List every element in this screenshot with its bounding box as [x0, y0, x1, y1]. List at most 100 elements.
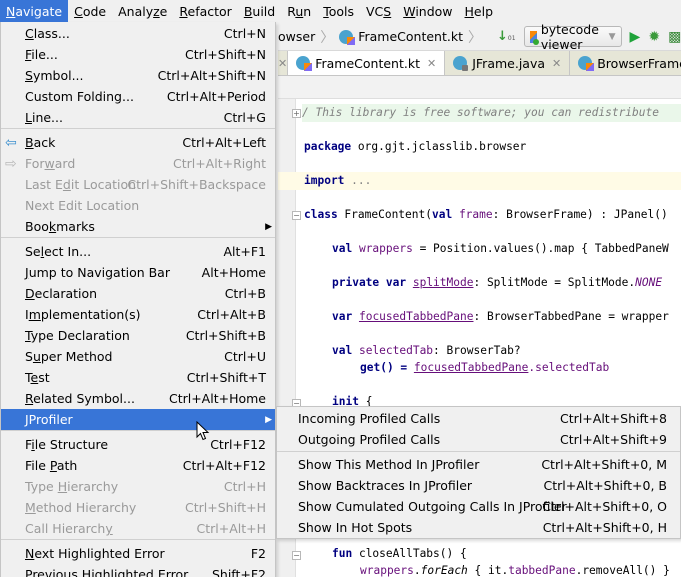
run-icon[interactable]: ▶	[630, 29, 641, 45]
menu-tools[interactable]: Tools	[317, 0, 360, 23]
code-line: val wrappers = Position.values().map { T…	[332, 242, 669, 255]
menu-item-symbol[interactable]: Symbol... Ctrl+Alt+Shift+N	[1, 65, 275, 86]
menu-separator	[277, 451, 680, 452]
menu-item-label: Implementation(s)	[25, 307, 141, 322]
fold-expand-icon[interactable]: +	[292, 109, 301, 118]
submenu-item-label: Incoming Profiled Calls	[298, 411, 441, 426]
menu-vcs[interactable]: VCS	[360, 0, 397, 23]
submenu-item-shortcut: Ctrl+Alt+Shift+9	[560, 432, 667, 447]
tab-framecontent[interactable]: FrameContent.kt ✕	[288, 51, 446, 75]
menu-item-type-hierarchy[interactable]: Type Hierarchy Ctrl+H	[1, 476, 275, 497]
menu-item-label: Next Highlighted Error	[25, 546, 165, 561]
menu-item-call-hierarchy[interactable]: Call Hierarchy Ctrl+Alt+H	[1, 518, 275, 539]
menu-analyze[interactable]: Analyze	[112, 0, 173, 23]
menu-help[interactable]: Help	[459, 0, 500, 23]
menu-item-shortcut: Shift+F2	[211, 567, 266, 577]
menu-item-forward[interactable]: ⇨ Forward Ctrl+Alt+Right	[1, 153, 275, 174]
submenu-item-show-backtraces-in-jprofiler[interactable]: Show Backtraces In JProfiler Ctrl+Alt+Shi…	[277, 475, 680, 496]
kotlin-file-icon	[578, 56, 595, 71]
breadcrumb-separator-icon: 〉	[320, 29, 335, 46]
menu-item-shortcut: Ctrl+Shift+T	[186, 370, 266, 385]
menu-code[interactable]: Code	[68, 0, 112, 23]
menu-item-shortcut: Ctrl+Alt+Shift+N	[157, 68, 266, 83]
submenu-item-shortcut: Ctrl+Alt+Shift+0, O	[542, 499, 667, 514]
submenu-item-show-this-method-in-jprofiler[interactable]: Show This Method In JProfiler Ctrl+Alt+Sh…	[277, 454, 680, 475]
menu-item-type-declaration[interactable]: Type Declaration Ctrl+Shift+B	[1, 325, 275, 346]
sort-bytecode-icon[interactable]: ↓01	[497, 29, 516, 44]
menu-item-bookmarks[interactable]: Bookmarks ▶	[1, 216, 275, 237]
submenu-item-label: Show In Hot Spots	[298, 520, 413, 535]
menu-item-shortcut: Ctrl+Shift+B	[185, 328, 266, 343]
menu-item-previous-highlighted-error[interactable]: Previous Highlighted Error Shift+F2	[1, 564, 275, 577]
submenu-item-shortcut: Ctrl+Alt+Shift+0, B	[543, 478, 667, 493]
run-configuration-select[interactable]: bytecode viewer ▼	[523, 22, 622, 52]
forward-arrow-icon: ⇨	[5, 155, 17, 172]
menu-item-custom-folding[interactable]: Custom Folding... Ctrl+Alt+Period	[1, 86, 275, 107]
menu-item-method-hierarchy[interactable]: Method Hierarchy Ctrl+Shift+H	[1, 497, 275, 518]
menu-build[interactable]: Build	[238, 0, 281, 23]
menu-item-shortcut: Ctrl+Shift+N	[185, 47, 266, 62]
tab-browserframe[interactable]: BrowserFrame.kt ✕	[570, 51, 681, 75]
menu-navigate[interactable]: Navigate	[0, 0, 69, 23]
kotlin-file-icon	[296, 56, 313, 71]
java-class-locked-icon	[453, 56, 469, 71]
submenu-item-shortcut: Ctrl+Alt+Shift+8	[560, 411, 667, 426]
menu-item-label: Call Hierarchy	[25, 521, 113, 536]
menu-item-jprofiler[interactable]: JProfiler ▶	[1, 409, 275, 430]
close-icon[interactable]: ✕	[427, 57, 436, 70]
menu-item-label: Type Hierarchy	[25, 479, 119, 494]
submenu-item-show-in-hot-spots[interactable]: Show In Hot Spots Ctrl+Alt+Shift+0, H	[277, 517, 680, 538]
menu-item-shortcut: Ctrl+Alt+Home	[168, 391, 266, 406]
menu-item-shortcut: Alt+Home	[201, 265, 266, 280]
menu-item-label: Forward	[25, 156, 76, 171]
menu-item-next-edit-location[interactable]: Next Edit Location	[1, 195, 275, 216]
menu-separator	[1, 430, 275, 431]
menu-separator	[1, 128, 275, 129]
fold-collapse-icon[interactable]: −	[292, 551, 301, 560]
close-icon[interactable]: ✕	[278, 57, 287, 70]
breadcrumb-parent[interactable]: owser	[278, 29, 315, 44]
submenu-item-show-cumulated-outgoing-calls-in-jprofiler[interactable]: Show Cumulated Outgoing Calls In JProfil…	[277, 496, 680, 517]
menu-item-label: File Structure	[25, 437, 109, 452]
menu-item-super-method[interactable]: Super Method Ctrl+U	[1, 346, 275, 367]
code-line: / This library is free software; you can…	[302, 104, 681, 122]
breadcrumb-file[interactable]: FrameContent.kt	[339, 29, 463, 45]
menu-item-select-in[interactable]: Select In... Alt+F1	[1, 241, 275, 262]
navigation-bar: owser 〉 FrameContent.kt 〉 ↓01 bytecode v…	[278, 22, 681, 52]
menu-item-label: Method Hierarchy	[25, 500, 137, 515]
menu-item-file[interactable]: File... Ctrl+Shift+N	[1, 44, 275, 65]
debug-icon[interactable]: ✹	[648, 29, 660, 45]
close-icon[interactable]: ✕	[552, 57, 561, 70]
menu-item-declaration[interactable]: Declaration Ctrl+B	[1, 283, 275, 304]
menu-item-test[interactable]: Test Ctrl+Shift+T	[1, 367, 275, 388]
menu-item-file-path[interactable]: File Path Ctrl+Alt+F12	[1, 455, 275, 476]
menu-item-label: Back	[25, 135, 56, 150]
menu-item-back[interactable]: ⇦ Back Ctrl+Alt+Left	[1, 132, 275, 153]
menu-item-file-structure[interactable]: File Structure Ctrl+F12	[1, 434, 275, 455]
submenu-arrow-icon: ▶	[265, 414, 272, 425]
menu-item-next-highlighted-error[interactable]: Next Highlighted Error F2	[1, 543, 275, 564]
menu-item-related-symbol[interactable]: Related Symbol... Ctrl+Alt+Home	[1, 388, 275, 409]
menu-item-label: File...	[25, 47, 58, 62]
submenu-item-shortcut: Ctrl+Alt+Shift+0, M	[541, 457, 667, 472]
menu-item-line[interactable]: Line... Ctrl+G	[1, 107, 275, 128]
code-line: val selectedTab: BrowserTab?	[332, 344, 521, 357]
tab-close-hidden[interactable]: ✕	[278, 51, 289, 75]
code-line: wrappers.forEach { it.tabbedPane.removeA…	[360, 564, 670, 577]
menu-item-class[interactable]: Class... Ctrl+N	[1, 23, 275, 44]
code-line: get() = focusedTabbedPane.selectedTab	[360, 361, 610, 374]
profile-icon[interactable]: ▩	[668, 29, 681, 45]
menu-item-last-edit-location[interactable]: Last Edit Location Ctrl+Shift+Backspace	[1, 174, 275, 195]
menu-window[interactable]: Window	[397, 0, 458, 23]
submenu-item-outgoing-profiled-calls[interactable]: Outgoing Profiled Calls Ctrl+Alt+Shift+9	[277, 429, 680, 450]
menu-item-label: Previous Highlighted Error	[25, 567, 189, 577]
tab-jframe[interactable]: JFrame.java ✕	[445, 51, 571, 75]
menu-item-label: Next Edit Location	[25, 198, 140, 213]
breadcrumb-separator-icon: 〉	[468, 29, 482, 46]
menu-item-jump-to-navigation-bar[interactable]: Jump to Navigation Bar Alt+Home	[1, 262, 275, 283]
fold-collapse-icon[interactable]: −	[292, 211, 301, 220]
menu-item-implementation-s[interactable]: Implementation(s) Ctrl+Alt+B	[1, 304, 275, 325]
submenu-item-incoming-profiled-calls[interactable]: Incoming Profiled Calls Ctrl+Alt+Shift+8	[277, 408, 680, 429]
menu-refactor[interactable]: Refactor	[173, 0, 237, 23]
menu-run[interactable]: Run	[281, 0, 317, 23]
